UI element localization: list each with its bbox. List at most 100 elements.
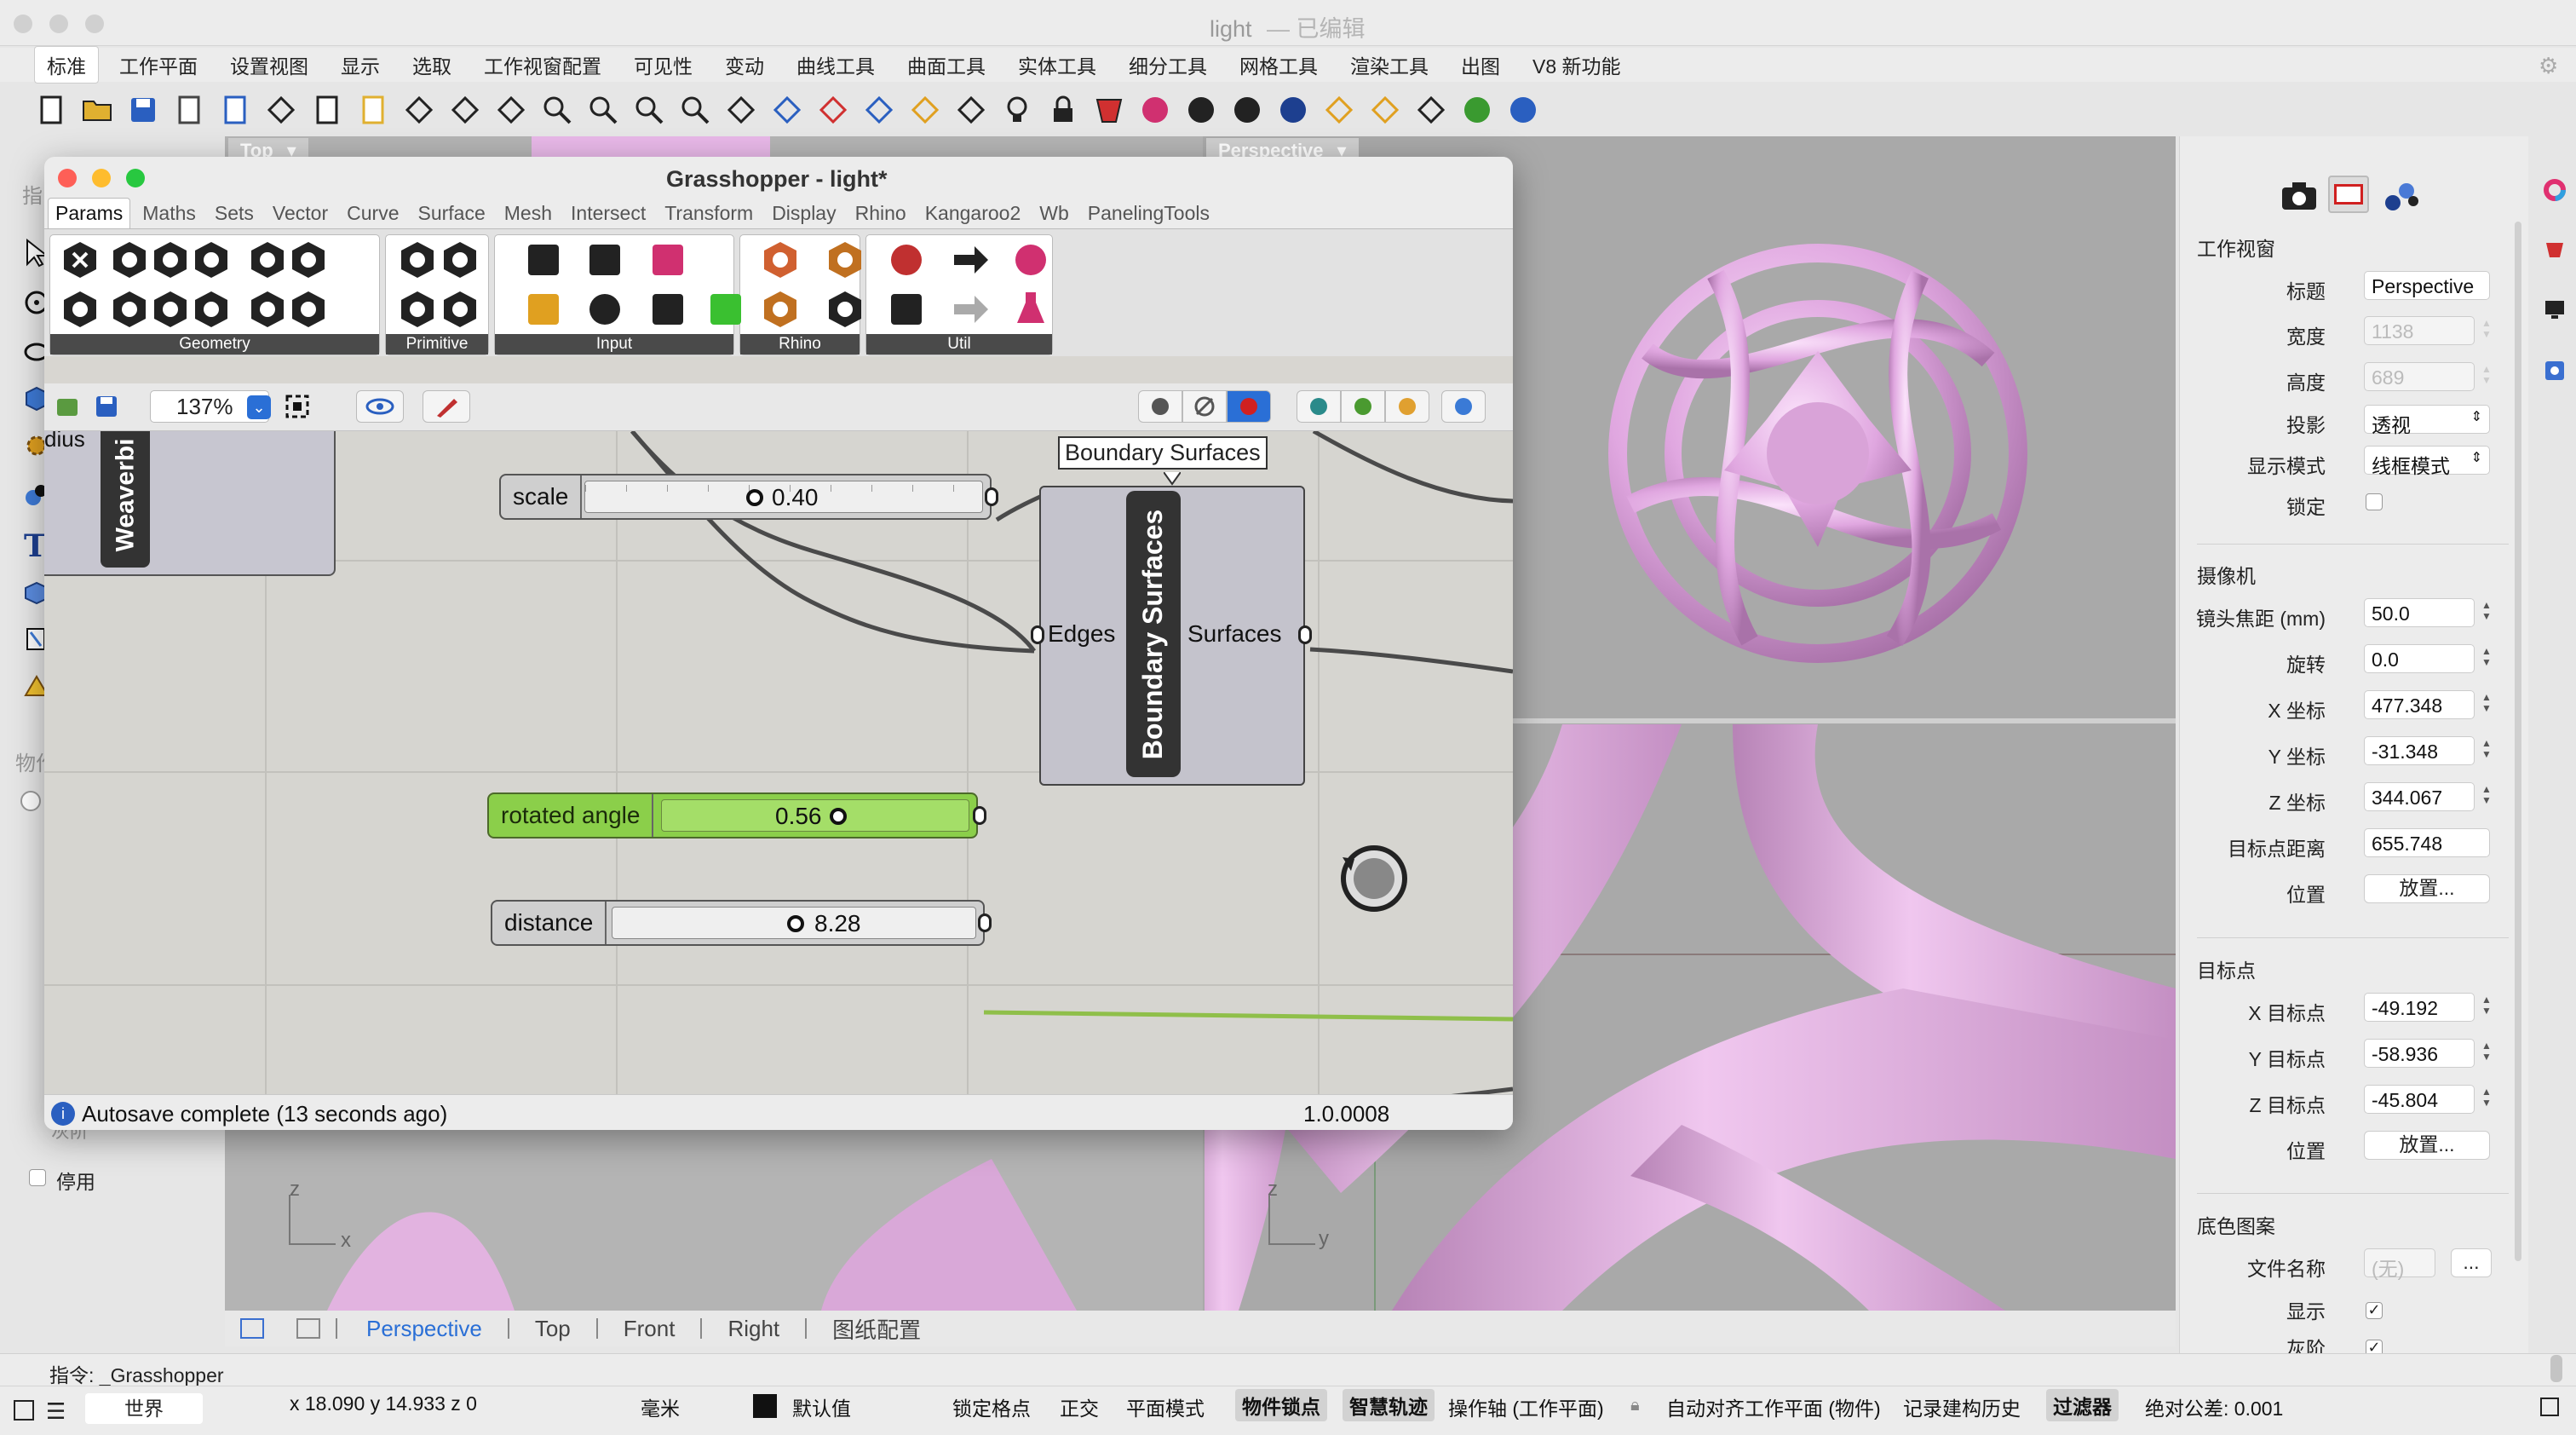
gh-component-icon-r1-4[interactable] (247, 289, 288, 330)
x-coord-stepper[interactable]: ▲ ▼ (2480, 692, 2493, 718)
paste-icon[interactable] (354, 91, 392, 129)
gh-component-icon-r1-9[interactable] (584, 289, 625, 330)
y-coord-stepper[interactable]: ▲ ▼ (2480, 738, 2493, 764)
gh-display-icon-2[interactable] (1341, 390, 1385, 423)
z-coord-stepper[interactable]: ▲ ▼ (2480, 784, 2493, 810)
world-dropdown[interactable]: 世界 (85, 1393, 203, 1424)
gh-component-icon-r1-5[interactable] (288, 289, 329, 330)
gh-tab-display[interactable]: Display (765, 199, 842, 228)
viewport-tab-2[interactable]: Front (624, 1316, 676, 1342)
disable-checkbox[interactable] (29, 1168, 46, 1192)
gh-component-icon-r1-12[interactable] (760, 289, 801, 330)
sidebar-toggle-icon[interactable] (14, 1400, 34, 1421)
focal-field[interactable]: 50.0 (2364, 598, 2475, 627)
menu-tab-0[interactable]: 标准 (34, 46, 99, 84)
slider-distance-output[interactable] (978, 913, 992, 932)
display-mode-select[interactable]: 线框模式 ⇕ (2364, 446, 2490, 477)
menu-tab-1[interactable]: 工作平面 (107, 47, 210, 83)
render-props-icon[interactable] (2381, 179, 2422, 213)
gh-zoom-button[interactable] (126, 169, 145, 187)
gh-tab-curve[interactable]: Curve (340, 199, 405, 228)
y-coord-field[interactable]: -31.348 (2364, 736, 2475, 765)
save-icon[interactable] (124, 91, 162, 129)
new-file-icon[interactable] (32, 91, 70, 129)
menu-tab-8[interactable]: 曲线工具 (785, 47, 887, 83)
target-distance-field[interactable]: 655.748 (2364, 828, 2490, 857)
viewport-tab-4[interactable]: 图纸配置 (832, 1313, 921, 1345)
cut-icon[interactable] (262, 91, 300, 129)
gh-component-icon-r1-10[interactable] (647, 289, 688, 330)
left-radio[interactable] (20, 791, 41, 811)
surfaces-output-port[interactable] (1298, 625, 1312, 644)
gh-shaded-preview-icon[interactable] (1227, 390, 1271, 423)
gh-component-icon-r1-16[interactable] (1010, 289, 1051, 330)
gh-save-file-icon[interactable] (94, 394, 119, 419)
car-render-icon[interactable] (814, 91, 852, 129)
target-y-field[interactable]: -58.936 (2364, 1039, 2475, 1068)
maximize-panel-icon[interactable] (2540, 1398, 2559, 1416)
gh-component-icon-r0-12[interactable] (825, 239, 865, 280)
rotation-field[interactable]: 0.0 (2364, 644, 2475, 673)
layer-readout[interactable]: 默认值 (792, 1392, 851, 1421)
list-icon[interactable]: ☰ (46, 1398, 66, 1425)
zoom-selected-icon[interactable] (676, 91, 714, 129)
status-toggle-7[interactable]: 记录建构历史 (1903, 1392, 2021, 1421)
slider-distance-knob[interactable] (787, 915, 804, 932)
slider-rotated-angle[interactable]: rotated angle 0.56 (487, 792, 978, 839)
gh-component-icon-r0-14[interactable] (951, 239, 992, 280)
menu-tab-13[interactable]: 渲染工具 (1338, 47, 1440, 83)
gh-tab-mesh[interactable]: Mesh (497, 199, 559, 228)
target-z-field[interactable]: -45.804 (2364, 1085, 2475, 1114)
menu-tab-14[interactable]: 出图 (1449, 47, 1512, 83)
sphere-render-icon[interactable] (1274, 91, 1312, 129)
status-toggle-3[interactable]: 物件锁点 (1235, 1389, 1327, 1421)
menu-tab-11[interactable]: 细分工具 (1117, 47, 1219, 83)
focal-stepper[interactable]: ▲ ▼ (2480, 600, 2493, 625)
command-line[interactable]: 指令: _Grasshopper (0, 1353, 2576, 1386)
grasshopper-icon[interactable] (1090, 91, 1128, 129)
layout-icon[interactable] (952, 91, 990, 129)
target-x-field[interactable]: -49.192 (2364, 993, 2475, 1022)
gh-component-icon-r0-3[interactable] (191, 239, 232, 280)
gh-display-icon-1[interactable] (1297, 390, 1341, 423)
slider-rotated-angle-knob[interactable] (830, 808, 847, 825)
gh-component-icon-r0-9[interactable] (584, 239, 625, 280)
gh-tab-sets[interactable]: Sets (208, 199, 261, 228)
help-icon[interactable] (1504, 91, 1542, 129)
gh-component-icon-r0-4[interactable] (247, 239, 288, 280)
gh-component-icon-r0-1[interactable] (109, 239, 150, 280)
pen-icon[interactable] (1320, 91, 1358, 129)
color-wheel-icon[interactable] (1136, 91, 1174, 129)
status-toggle-5[interactable]: 操作轴 (工作平面) (1448, 1392, 1604, 1421)
gh-hide-preview-icon[interactable] (1182, 390, 1227, 423)
material-panel-icon[interactable] (2544, 239, 2566, 261)
text-tool-icon[interactable]: T (24, 528, 47, 564)
display-panel-icon[interactable] (2544, 298, 2566, 320)
gh-tab-params[interactable]: Params (48, 198, 131, 228)
rotate-view-icon[interactable] (492, 91, 530, 129)
open-folder-icon[interactable] (78, 91, 116, 129)
undo-icon[interactable] (400, 91, 438, 129)
menu-tab-10[interactable]: 实体工具 (1006, 47, 1108, 83)
status-toggle-2[interactable]: 平面模式 (1126, 1392, 1205, 1421)
light-bulb-icon[interactable] (998, 91, 1036, 129)
place-target-button[interactable]: 放置... (2364, 1131, 2490, 1160)
gh-component-icon-r1-8[interactable] (523, 289, 564, 330)
radial-menu-widget[interactable] (1336, 840, 1412, 917)
print-icon[interactable] (170, 91, 208, 129)
gh-tab-maths[interactable]: Maths (135, 199, 203, 228)
gh-tab-transform[interactable]: Transform (658, 199, 760, 228)
browse-file-button[interactable]: ... (2451, 1248, 2492, 1277)
gh-tab-intersect[interactable]: Intersect (564, 199, 653, 228)
gh-wire-preview-icon[interactable] (1138, 390, 1182, 423)
gh-component-icon-r1-6[interactable] (397, 289, 438, 330)
lock-icon[interactable] (1044, 91, 1082, 129)
status-toggle-8[interactable]: 过滤器 (2046, 1389, 2119, 1421)
menu-tab-2[interactable]: 设置视图 (218, 47, 320, 83)
status-toggle-0[interactable]: 锁定格点 (952, 1392, 1031, 1421)
pan-hand-icon[interactable] (446, 91, 484, 129)
gear-group-icon[interactable] (1366, 91, 1404, 129)
gh-component-icon-r1-7[interactable] (440, 289, 480, 330)
z-coord-field[interactable]: 344.067 (2364, 782, 2475, 811)
close-window-button[interactable] (14, 14, 32, 33)
